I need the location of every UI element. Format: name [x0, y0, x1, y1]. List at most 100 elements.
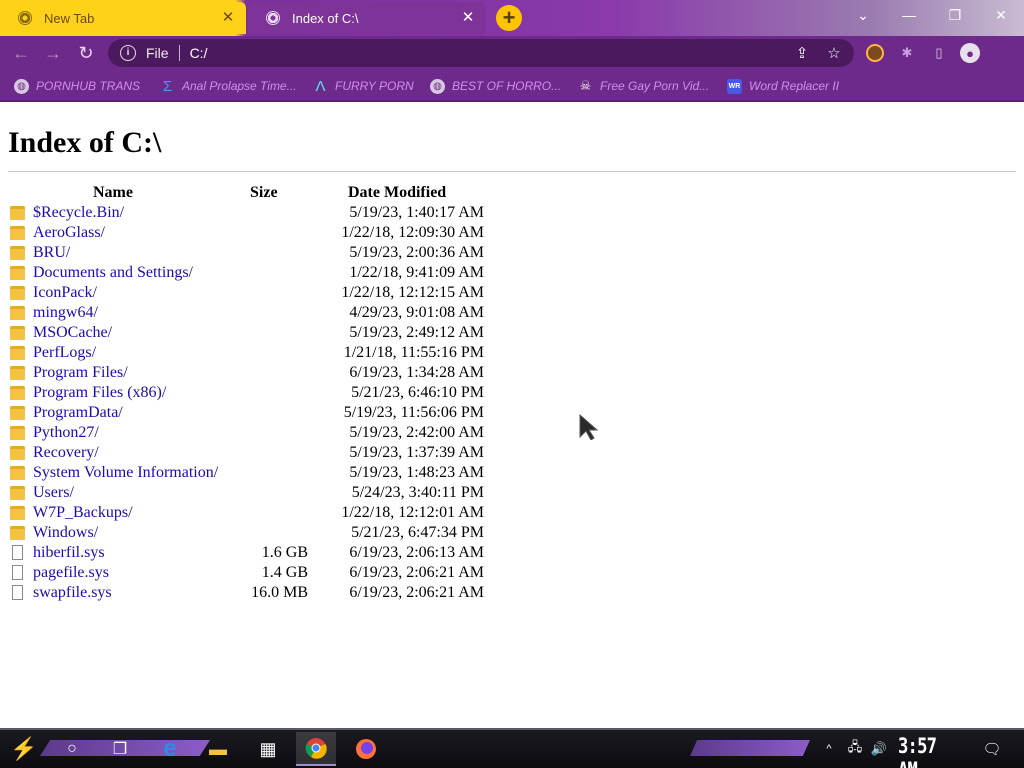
bookmark-item[interactable]: Λ FURRY PORN: [313, 77, 414, 95]
restore-button[interactable]: ❐: [932, 0, 978, 30]
entry-name-link[interactable]: IconPack/: [33, 284, 97, 302]
taskbar-clock[interactable]: 3:57 AM: [898, 734, 955, 768]
entry-name-link[interactable]: hiberfil.sys: [33, 544, 105, 562]
notifications-icon[interactable]: 🗨: [980, 732, 1004, 766]
extensions-puzzle-icon[interactable]: ✱: [898, 44, 916, 62]
profile-avatar-icon[interactable]: ●: [960, 43, 980, 63]
bookmark-item[interactable]: ◍ PORNHUB TRANS: [14, 77, 140, 95]
forward-button[interactable]: →: [40, 41, 66, 65]
entry-date: 5/19/23, 2:00:36 AM: [349, 244, 484, 261]
extension-avatar-icon[interactable]: [866, 44, 884, 62]
table-row: IconPack/1/22/18, 12:12:15 AM: [8, 284, 488, 304]
table-row: PerfLogs/1/21/18, 11:55:16 PM: [8, 344, 488, 364]
chrome-icon[interactable]: [296, 732, 336, 766]
tray-chevron-icon[interactable]: ^: [820, 732, 838, 766]
start-icon[interactable]: ⚡: [4, 732, 44, 766]
entry-name-link[interactable]: Program Files (x86)/: [33, 384, 166, 402]
column-header-name[interactable]: Name: [93, 184, 133, 202]
folder-icon: [10, 366, 25, 380]
entry-date: 5/19/23, 2:42:00 AM: [349, 424, 484, 441]
entry-name-link[interactable]: $Recycle.Bin/: [33, 204, 124, 222]
file-icon: [12, 585, 23, 600]
entry-name-link[interactable]: mingw64/: [33, 304, 98, 322]
entry-name-link[interactable]: BRU/: [33, 244, 70, 262]
bookmark-item[interactable]: WR Word Replacer II: [727, 77, 839, 95]
entry-date: 1/21/18, 11:55:16 PM: [343, 344, 484, 361]
bookmark-label: Anal Prolapse Time...: [182, 79, 297, 93]
table-row: MSOCache/5/19/23, 2:49:12 AM: [8, 324, 488, 344]
search-icon[interactable]: ○: [52, 732, 92, 766]
entry-name-link[interactable]: pagefile.sys: [33, 564, 109, 582]
entry-date: 1/22/18, 9:41:09 AM: [349, 264, 484, 281]
table-row: Program Files (x86)/ 5/21/23, 6:46:10 PM: [8, 384, 488, 404]
address-bar[interactable]: i File C:/ ⇪ ☆: [108, 39, 854, 67]
entry-date: 5/19/23, 11:56:06 PM: [343, 404, 484, 421]
sigma-icon: Σ: [162, 77, 173, 95]
bookmarks-bar: ◍ PORNHUB TRANS Σ Anal Prolapse Time... …: [0, 70, 1024, 102]
minimize-button[interactable]: —: [886, 0, 932, 30]
url-text[interactable]: C:/: [190, 45, 208, 61]
globe-favicon-icon: [266, 11, 280, 25]
tab-new-tab[interactable]: New Tab ✕: [0, 2, 246, 34]
globe-icon: ◍: [14, 78, 29, 94]
entry-name-link[interactable]: PerfLogs/: [33, 344, 96, 362]
back-button[interactable]: ←: [8, 41, 34, 65]
share-icon[interactable]: ⇪: [792, 44, 812, 62]
entry-name-link[interactable]: Windows/: [33, 524, 98, 542]
firefox-icon[interactable]: [346, 732, 386, 766]
info-icon[interactable]: i: [120, 45, 136, 61]
entry-name-link[interactable]: ProgramData/: [33, 404, 123, 422]
entry-name-link[interactable]: Users/: [33, 484, 74, 502]
wr-icon: WR: [727, 78, 742, 94]
bookmark-label: FURRY PORN: [335, 79, 414, 93]
tab-index-of-c[interactable]: Index of C:\ ✕: [248, 2, 486, 34]
tab-strip: New Tab ✕ Index of C:\ ✕ + ⌄ — ❐ ✕: [0, 0, 1024, 36]
folder-icon: [10, 286, 25, 300]
store-icon[interactable]: ▦: [248, 732, 288, 766]
bookmark-item[interactable]: Σ Anal Prolapse Time...: [160, 77, 297, 95]
table-row: System Volume Information/5/19/23, 1:48:…: [8, 464, 488, 484]
entry-name-link[interactable]: System Volume Information/: [33, 464, 218, 482]
entry-name-link[interactable]: W7P_Backups/: [33, 504, 133, 522]
entry-name-link[interactable]: MSOCache/: [33, 324, 112, 342]
side-panel-icon[interactable]: ▯: [930, 44, 948, 62]
network-icon[interactable]: 🖧: [844, 732, 866, 766]
folder-icon: [10, 306, 25, 320]
tab-close-icon[interactable]: ✕: [220, 10, 236, 26]
column-header-date[interactable]: Date Modified: [348, 184, 446, 202]
url-scheme: File: [146, 45, 169, 61]
folder-icon: [10, 326, 25, 340]
file-explorer-icon[interactable]: ▬: [198, 732, 238, 766]
folder-icon: [10, 426, 25, 440]
entry-name-link[interactable]: Documents and Settings/: [33, 264, 193, 282]
entry-name-link[interactable]: Program Files/: [33, 364, 128, 382]
table-row: Documents and Settings/1/22/18, 9:41:09 …: [8, 264, 488, 284]
new-tab-button[interactable]: +: [496, 5, 522, 31]
bookmark-item[interactable]: ☠ Free Gay Porn Vid...: [578, 77, 710, 95]
entry-date: 1/22/18, 12:12:15 AM: [341, 284, 484, 301]
folder-icon: [10, 346, 25, 360]
tab-close-icon[interactable]: ✕: [460, 10, 476, 26]
column-header-size[interactable]: Size: [250, 184, 278, 202]
entry-size: 1.6 GB: [261, 544, 308, 561]
tab-search-chevron-icon[interactable]: ⌄: [840, 0, 886, 30]
mouse-cursor-icon: [579, 414, 599, 440]
volume-icon[interactable]: 🔊: [868, 732, 890, 766]
close-window-button[interactable]: ✕: [978, 0, 1024, 30]
entry-date: 5/19/23, 1:37:39 AM: [349, 444, 484, 461]
entry-name-link[interactable]: AeroGlass/: [33, 224, 105, 242]
edge-icon[interactable]: e: [150, 732, 190, 766]
table-row: Program Files/6/19/23, 1:34:28 AM: [8, 364, 488, 384]
task-view-icon[interactable]: ❐: [100, 732, 140, 766]
tab-title: New Tab: [44, 10, 95, 26]
entry-name-link[interactable]: Python27/: [33, 424, 99, 442]
bookmark-star-icon[interactable]: ☆: [824, 44, 844, 62]
bookmark-item[interactable]: ◍ BEST OF HORRO...: [430, 77, 561, 95]
taskbar-decoration: [690, 740, 810, 756]
reload-button[interactable]: ↻: [73, 41, 99, 65]
folder-icon: [10, 226, 25, 240]
entry-name-link[interactable]: Recovery/: [33, 444, 99, 462]
entry-name-link[interactable]: swapfile.sys: [33, 584, 112, 602]
tab-title: Index of C:\: [292, 10, 359, 26]
entry-size: 16.0 MB: [251, 584, 308, 601]
